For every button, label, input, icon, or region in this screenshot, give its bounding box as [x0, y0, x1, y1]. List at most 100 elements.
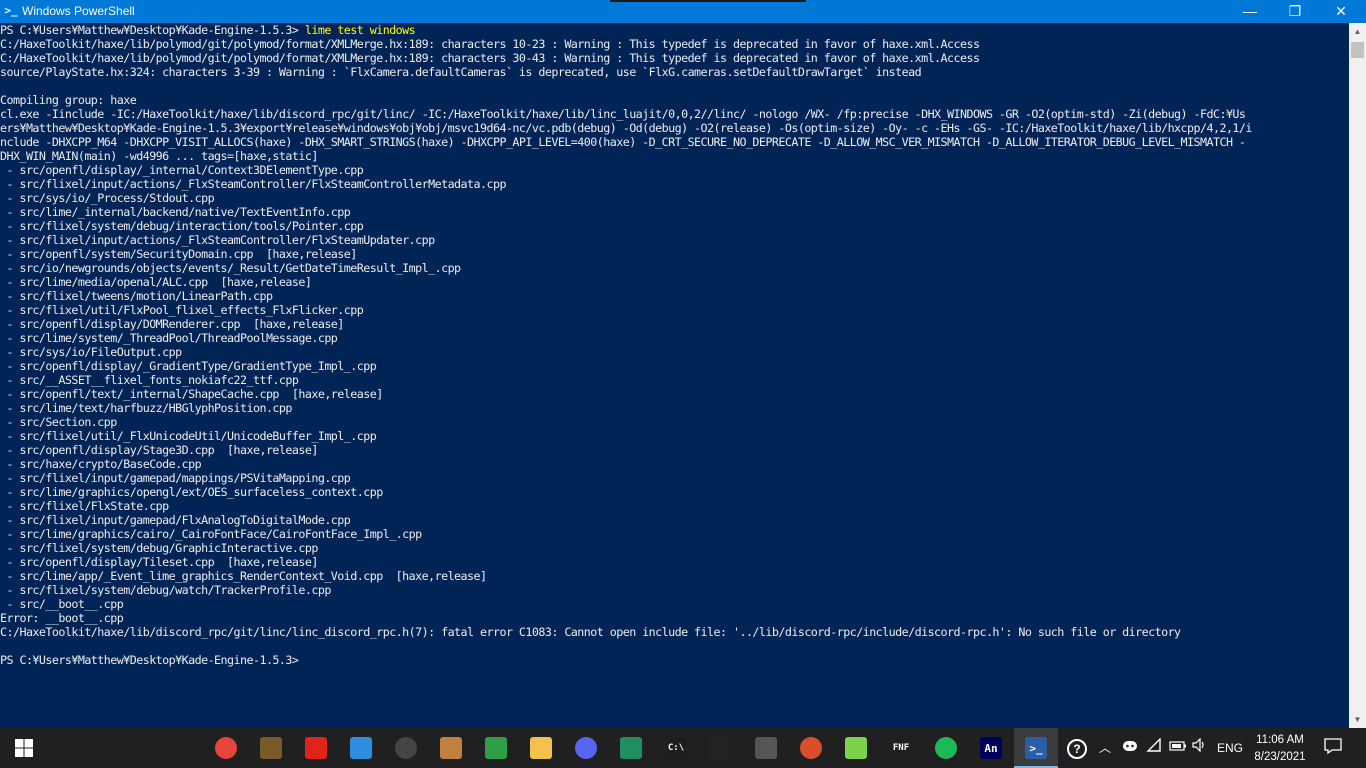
taskbar-app-dark-character[interactable]	[744, 728, 788, 768]
taskbar-app-windows-app[interactable]	[339, 728, 383, 768]
console-line: - src/openfl/display/_internal/Context3D…	[0, 163, 364, 177]
console-line: C:/HaxeToolkit/haxe/lib/discord_rpc/git/…	[0, 625, 1181, 639]
volume-icon[interactable]	[1190, 737, 1210, 758]
console-line: - src/flixel/util/_FlxUnicodeUtil/Unicod…	[0, 429, 377, 443]
taskbar-app-animate[interactable]: An	[969, 728, 1013, 768]
vertical-scrollbar[interactable]: ▲ ▼	[1349, 23, 1366, 728]
obs-icon	[395, 737, 417, 759]
close-icon: ✕	[1335, 3, 1347, 19]
close-button[interactable]: ✕	[1318, 0, 1364, 23]
console-line: - src/flixel/util/FlxPool_flixel_effects…	[0, 303, 364, 317]
console-line: - src/openfl/text/_internal/ShapeCache.c…	[0, 387, 383, 401]
console-line: - src/__boot__.cpp	[0, 597, 124, 611]
windows-logo-icon	[15, 739, 33, 757]
console-line: - src/openfl/display/DOMRenderer.cpp [ha…	[0, 317, 344, 331]
console-line: - src/lime/system/_ThreadPool/ThreadPool…	[0, 331, 338, 345]
console-line: - src/Section.cpp	[0, 415, 117, 429]
dark-character-icon	[755, 737, 777, 759]
console-output[interactable]: PS C:¥Users¥Matthew¥Desktop¥Kade-Engine-…	[0, 23, 1349, 728]
taskbar-app-chrome[interactable]	[204, 728, 248, 768]
console-line: - src/lime/app/_Event_lime_graphics_Rend…	[0, 569, 487, 583]
console-line: - src/haxe/crypto/BaseCode.cpp	[0, 457, 202, 471]
taskbar-app-obs[interactable]	[384, 728, 428, 768]
discord-tray-icon[interactable]	[1120, 738, 1140, 758]
console-line: - src/flixel/input/actions/_FlxSteamCont…	[0, 233, 435, 247]
red-eyes-game-icon	[710, 737, 732, 759]
console-line: - src/lime/text/harfbuzz/HBGlyphPosition…	[0, 401, 292, 415]
command-prompt-icon: C:\	[665, 737, 687, 759]
taskbar-app-command-prompt[interactable]: C:\	[654, 728, 698, 768]
clock-date[interactable]: 8/23/2021	[1252, 750, 1308, 764]
taskbar-app-file-explorer[interactable]	[519, 728, 563, 768]
console-line: - src/lime/media/openal/ALC.cpp [haxe,re…	[0, 275, 312, 289]
taskbar-app-minecraft[interactable]	[249, 728, 293, 768]
console-line: - src/sys/io/_Process/Stdout.cpp	[0, 191, 215, 205]
console-prompt: PS C:¥Users¥Matthew¥Desktop¥Kade-Engine-…	[0, 23, 305, 37]
powershell-app-icon: >_	[4, 4, 18, 17]
console-line: - src/flixel/input/gamepad/mappings/PSVi…	[0, 471, 351, 485]
clock-time[interactable]: 11:06 AM	[1252, 733, 1308, 747]
console-line: DHX_WIN_MAIN(main) -wd4996 ... tags=[hax…	[0, 149, 318, 163]
console-line: - src/flixel/input/actions/_FlxSteamCont…	[0, 177, 506, 191]
chevron-up-icon[interactable]: ︿	[1096, 738, 1114, 758]
battery-icon[interactable]	[1168, 738, 1188, 758]
title-accent-bar	[610, 0, 806, 2]
green-sword-icon	[845, 737, 867, 759]
console-line: - src/openfl/display/_GradientType/Gradi…	[0, 359, 377, 373]
taskbar: C:\ FNF An >_ ? ︿ ENG 11:06 AM 8/23/2021	[0, 728, 1366, 768]
console-lines: C:/HaxeToolkit/haxe/lib/polymod/git/poly…	[0, 37, 1349, 667]
windows-app-icon	[350, 737, 372, 759]
console-line: - src/flixel/FlxState.cpp	[0, 499, 169, 513]
console-line: source/PlayState.hx:324: characters 3-39…	[0, 65, 922, 79]
restore-icon: ❐	[1288, 3, 1302, 19]
powershell-icon: >_	[1025, 737, 1047, 759]
round-game-icon	[800, 737, 822, 759]
console-prompt-line: PS C:¥Users¥Matthew¥Desktop¥Kade-Engine-…	[0, 23, 1349, 37]
console-line: ers¥Matthew¥Desktop¥Kade-Engine-1.5.3¥ex…	[0, 121, 1252, 135]
console-line: - src/flixel/system/debug/watch/TrackerP…	[0, 583, 331, 597]
notifications-icon[interactable]	[1320, 738, 1346, 758]
taskbar-app-discord[interactable]	[564, 728, 608, 768]
green-creature-icon	[485, 737, 507, 759]
console-line: C:/HaxeToolkit/haxe/lib/polymod/git/poly…	[0, 51, 980, 65]
console-line: - src/lime/_internal/backend/native/Text…	[0, 205, 351, 219]
taskbar-app-roblox[interactable]	[294, 728, 338, 768]
console-line: - src/openfl/display/Stage3D.cpp [haxe,r…	[0, 443, 318, 457]
scroll-up-arrow-icon[interactable]: ▲	[1349, 23, 1366, 40]
console-line: - src/lime/graphics/opengl/ext/OES_surfa…	[0, 485, 383, 499]
console-line: - src/openfl/system/SecurityDomain.cpp […	[0, 247, 357, 261]
taskbar-app-green-sword[interactable]	[834, 728, 878, 768]
chrome-icon	[215, 737, 237, 759]
roblox-icon	[305, 737, 327, 759]
console-line: Compiling group: haxe	[0, 93, 137, 107]
taskbar-app-spotify[interactable]	[924, 728, 968, 768]
file-explorer-icon	[530, 737, 552, 759]
restore-button[interactable]: ❐	[1272, 0, 1318, 23]
console-line: - src/flixel/input/gamepad/FlxAnalogToDi…	[0, 513, 351, 527]
svg-text:?: ?	[1073, 742, 1080, 756]
console-line: nclude -DHXCPP_M64 -DHXCPP_VISIT_ALLOCS(…	[0, 135, 1246, 149]
console-line: - src/openfl/display/Tileset.cpp [haxe,r…	[0, 555, 318, 569]
taskbar-app-red-eyes-game[interactable]	[699, 728, 743, 768]
start-button[interactable]	[2, 728, 46, 768]
scroll-thumb[interactable]	[1351, 42, 1364, 58]
console-line: Error: __boot__.cpp	[0, 611, 124, 625]
taskbar-app-green-creature[interactable]	[474, 728, 518, 768]
taskbar-app-game-character[interactable]	[429, 728, 473, 768]
taskbar-app-green-game[interactable]	[609, 728, 653, 768]
taskbar-app-fnf[interactable]: FNF	[879, 728, 923, 768]
spotify-icon	[935, 737, 957, 759]
taskbar-app-powershell[interactable]: >_	[1014, 728, 1058, 768]
language-indicator[interactable]: ENG	[1214, 738, 1246, 758]
taskbar-app-round-game[interactable]	[789, 728, 833, 768]
console-line: - src/lime/graphics/cairo/_CairoFontFace…	[0, 527, 422, 541]
window-titlebar[interactable]: >_ Windows PowerShell — ❐ ✕	[0, 0, 1366, 23]
console-line: PS C:¥Users¥Matthew¥Desktop¥Kade-Engine-…	[0, 653, 299, 667]
console-line: C:/HaxeToolkit/haxe/lib/polymod/git/poly…	[0, 37, 980, 51]
help-icon[interactable]: ?	[1064, 738, 1090, 759]
wifi-icon[interactable]	[1144, 737, 1164, 758]
scroll-down-arrow-icon[interactable]: ▼	[1349, 711, 1366, 728]
minimize-button[interactable]: —	[1227, 0, 1273, 23]
